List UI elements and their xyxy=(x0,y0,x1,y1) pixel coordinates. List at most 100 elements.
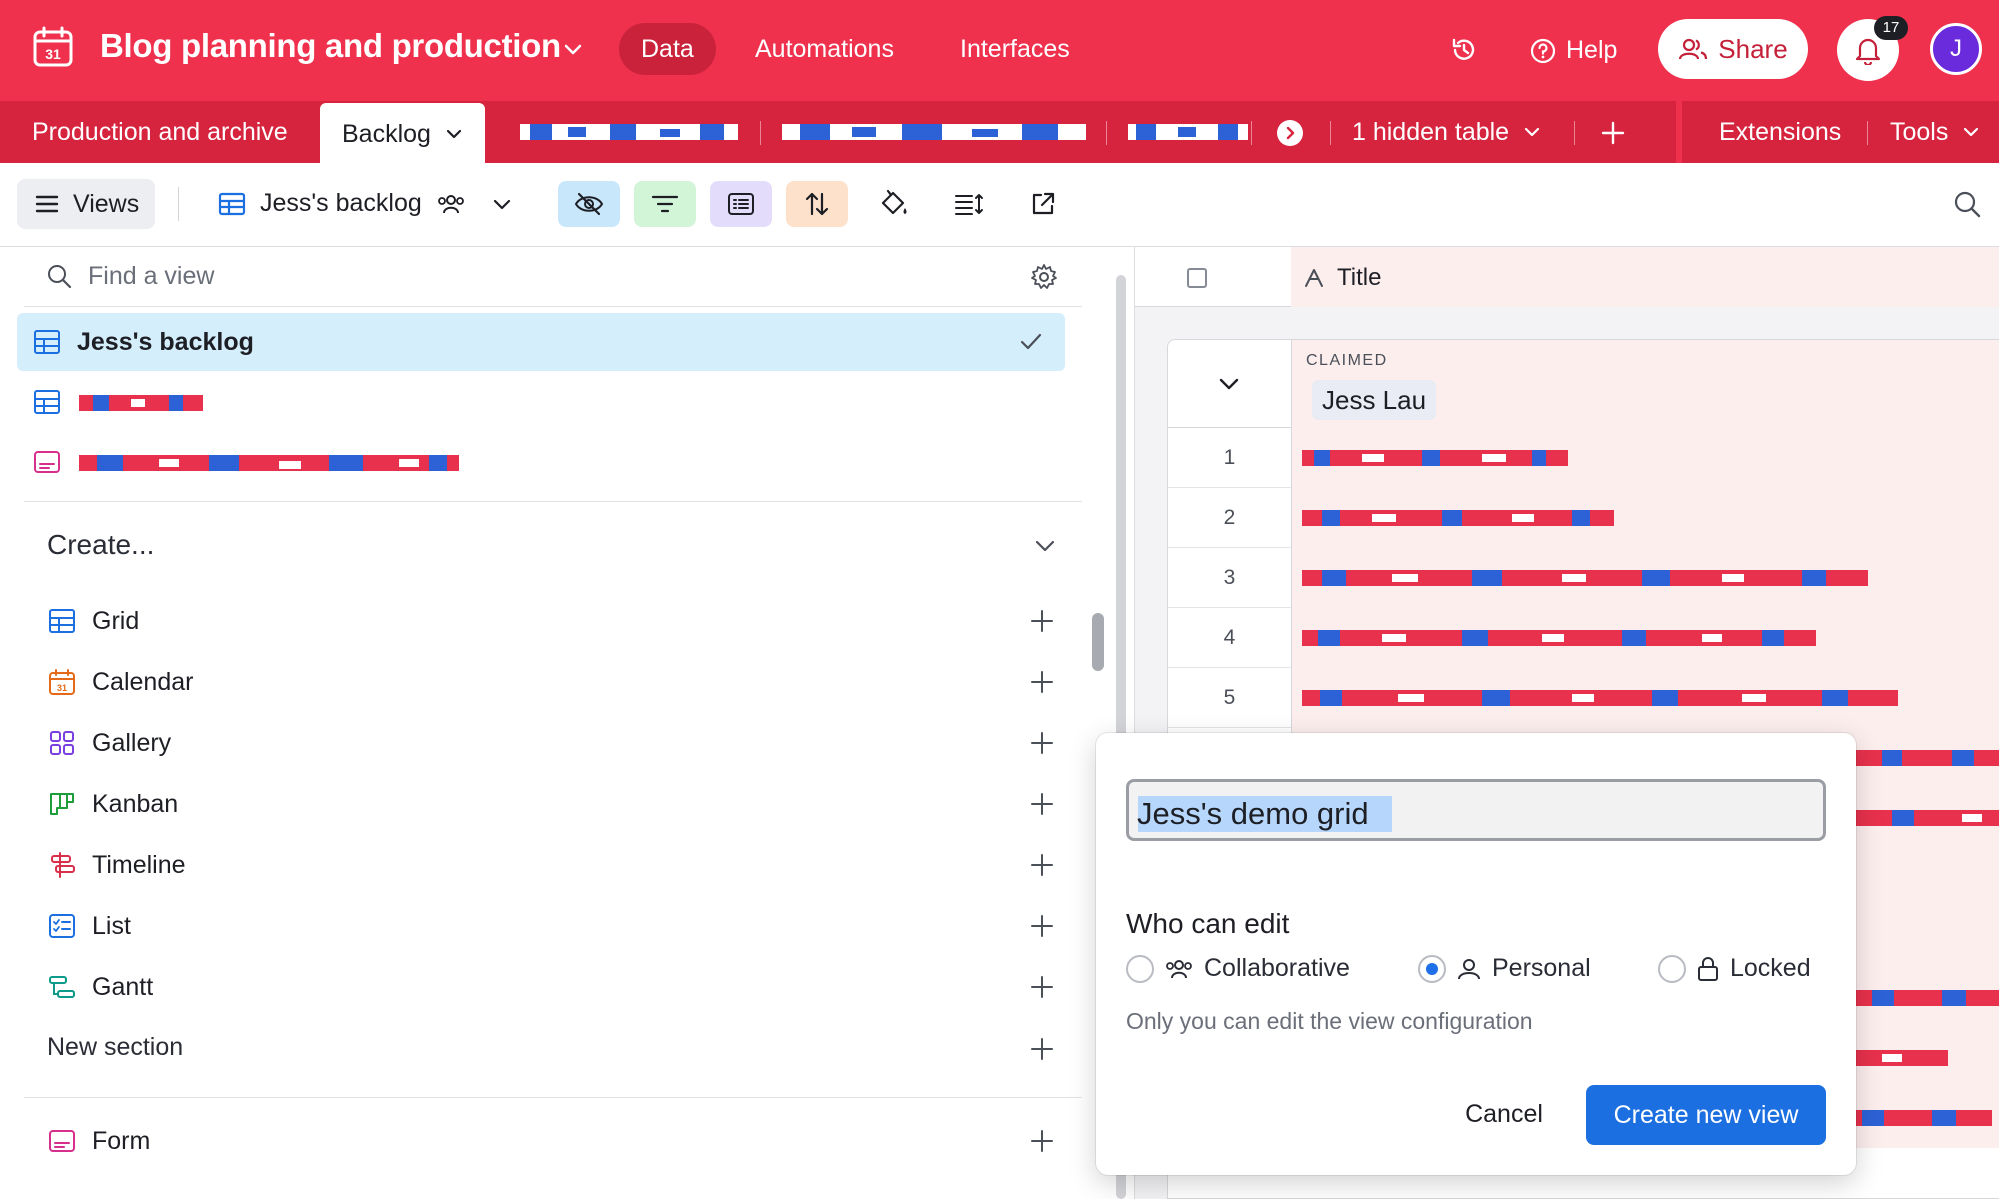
nav-automations[interactable]: Automations xyxy=(733,23,916,75)
lock-icon xyxy=(1698,956,1718,981)
create-calendar-label: Calendar xyxy=(92,668,194,696)
plus-icon[interactable] xyxy=(1030,853,1054,877)
row-number: 1 xyxy=(1168,428,1292,488)
gear-icon[interactable] xyxy=(1030,263,1058,291)
sort-button[interactable] xyxy=(786,181,848,227)
title-cell[interactable] xyxy=(1292,608,1999,668)
create-grid-row[interactable]: Grid xyxy=(24,595,1082,647)
plus-icon[interactable] xyxy=(1030,1037,1054,1061)
redacted-table-tab[interactable] xyxy=(782,121,1086,143)
filter-icon xyxy=(651,195,679,213)
chevron-down-icon[interactable] xyxy=(1034,537,1056,555)
table-row[interactable]: 4 xyxy=(1168,608,1999,668)
redacted-cell-text xyxy=(1852,990,1999,1006)
title-column-label[interactable]: Title xyxy=(1303,264,1381,292)
chevron-down-icon xyxy=(1524,127,1540,137)
add-table-plus-icon[interactable] xyxy=(1600,120,1626,146)
redacted-table-tab[interactable] xyxy=(520,121,738,143)
redacted-table-tab[interactable] xyxy=(1128,121,1248,143)
create-new-view-button[interactable]: Create new view xyxy=(1586,1085,1826,1145)
create-form-row[interactable]: Form xyxy=(24,1115,1082,1167)
create-gantt-label: Gantt xyxy=(92,973,154,1001)
table-row[interactable]: 3 xyxy=(1168,548,1999,608)
panel-scrollbar-thumb[interactable] xyxy=(1092,613,1104,671)
toolbar-divider xyxy=(178,187,179,221)
history-icon[interactable] xyxy=(1450,36,1478,64)
create-timeline-row[interactable]: Timeline xyxy=(24,839,1082,891)
hidden-tables-label: 1 hidden table xyxy=(1352,118,1510,146)
create-kanban-row[interactable]: Kanban xyxy=(24,778,1082,830)
row-height-icon xyxy=(955,194,983,215)
create-view-heading[interactable]: Create... xyxy=(47,529,154,561)
create-gallery-row[interactable]: Gallery xyxy=(24,717,1082,769)
radio-circle[interactable] xyxy=(1658,954,1686,983)
share-button[interactable]: Share xyxy=(1658,19,1808,79)
plus-icon[interactable] xyxy=(1030,731,1054,755)
plus-icon[interactable] xyxy=(1030,670,1054,694)
table-row[interactable]: 1 xyxy=(1168,428,1999,488)
more-tables-button[interactable] xyxy=(1277,120,1303,146)
view-item-redacted-grid[interactable] xyxy=(17,373,1065,431)
group-collapse-cell[interactable] xyxy=(1168,340,1292,428)
plus-icon[interactable] xyxy=(1030,792,1054,816)
title-cell[interactable] xyxy=(1292,548,1999,608)
table-tab-backlog[interactable]: Backlog xyxy=(320,103,485,165)
views-toggle-button[interactable]: Views xyxy=(17,179,155,229)
radio-personal[interactable]: Personal xyxy=(1418,954,1591,983)
radio-circle[interactable] xyxy=(1126,954,1154,983)
redacted-cell-text xyxy=(1302,690,1898,706)
title-column-header[interactable] xyxy=(1291,247,1999,307)
hide-fields-button[interactable] xyxy=(558,181,620,227)
color-button[interactable] xyxy=(862,181,924,227)
share-view-button[interactable] xyxy=(1012,181,1074,227)
plus-icon[interactable] xyxy=(1030,1129,1054,1153)
create-kanban-label: Kanban xyxy=(92,790,179,818)
group-field-name: CLAIMED xyxy=(1306,352,1388,369)
tab-separator xyxy=(1106,121,1107,145)
radio-circle-selected[interactable] xyxy=(1418,954,1446,983)
title-cell[interactable] xyxy=(1292,668,1999,728)
extensions-button[interactable]: Extensions xyxy=(1719,101,1841,163)
plus-icon[interactable] xyxy=(1030,914,1054,938)
select-all-checkbox[interactable] xyxy=(1187,268,1207,288)
find-view-input[interactable] xyxy=(88,259,988,293)
sort-arrows-icon xyxy=(805,192,829,216)
table-row[interactable]: 5 xyxy=(1168,668,1999,728)
tools-button[interactable]: Tools xyxy=(1890,101,1980,163)
chevron-down-icon[interactable] xyxy=(1218,376,1240,392)
create-calendar-row[interactable]: 31 Calendar xyxy=(24,656,1082,708)
nav-data[interactable]: Data xyxy=(619,23,716,75)
title-cell[interactable] xyxy=(1292,428,1999,488)
redacted-cell-text xyxy=(1302,450,1568,466)
group-button[interactable] xyxy=(710,181,772,227)
cancel-button[interactable]: Cancel xyxy=(1442,1085,1566,1143)
create-gallery-label: Gallery xyxy=(92,729,172,757)
table-row[interactable]: 2 xyxy=(1168,488,1999,548)
radio-collaborative[interactable]: Collaborative xyxy=(1126,954,1350,983)
share-label: Share xyxy=(1718,33,1788,64)
current-view-name: Jess's backlog xyxy=(260,189,422,217)
radio-locked[interactable]: Locked xyxy=(1658,954,1811,983)
title-cell[interactable] xyxy=(1292,488,1999,548)
view-name-value[interactable]: Jess's demo grid xyxy=(1137,796,1369,832)
create-gantt-row[interactable]: Gantt xyxy=(24,961,1082,1013)
filter-button[interactable] xyxy=(634,181,696,227)
table-tab-production-and-archive[interactable]: Production and archive xyxy=(32,101,288,163)
new-section-label[interactable]: New section xyxy=(47,1033,183,1062)
calendar-base-icon[interactable]: 31 xyxy=(32,26,74,68)
hidden-tables-button[interactable]: 1 hidden table xyxy=(1352,101,1541,163)
user-avatar[interactable]: J xyxy=(1930,23,1982,75)
view-item-redacted-form[interactable] xyxy=(17,433,1065,491)
redacted-cell-text xyxy=(1852,1050,1948,1066)
current-view-menu[interactable]: Jess's backlog xyxy=(218,189,512,218)
chevron-down-icon[interactable] xyxy=(562,38,584,60)
base-title[interactable]: Blog planning and production xyxy=(100,27,561,65)
row-height-button[interactable] xyxy=(938,181,1000,227)
help-button[interactable]: Help xyxy=(1530,36,1617,65)
plus-icon[interactable] xyxy=(1030,609,1054,633)
plus-icon[interactable] xyxy=(1030,975,1054,999)
create-list-row[interactable]: List xyxy=(24,900,1082,952)
search-icon[interactable] xyxy=(1952,189,1982,219)
nav-interfaces[interactable]: Interfaces xyxy=(938,23,1092,75)
view-item-jess-backlog[interactable]: Jess's backlog xyxy=(17,313,1065,371)
